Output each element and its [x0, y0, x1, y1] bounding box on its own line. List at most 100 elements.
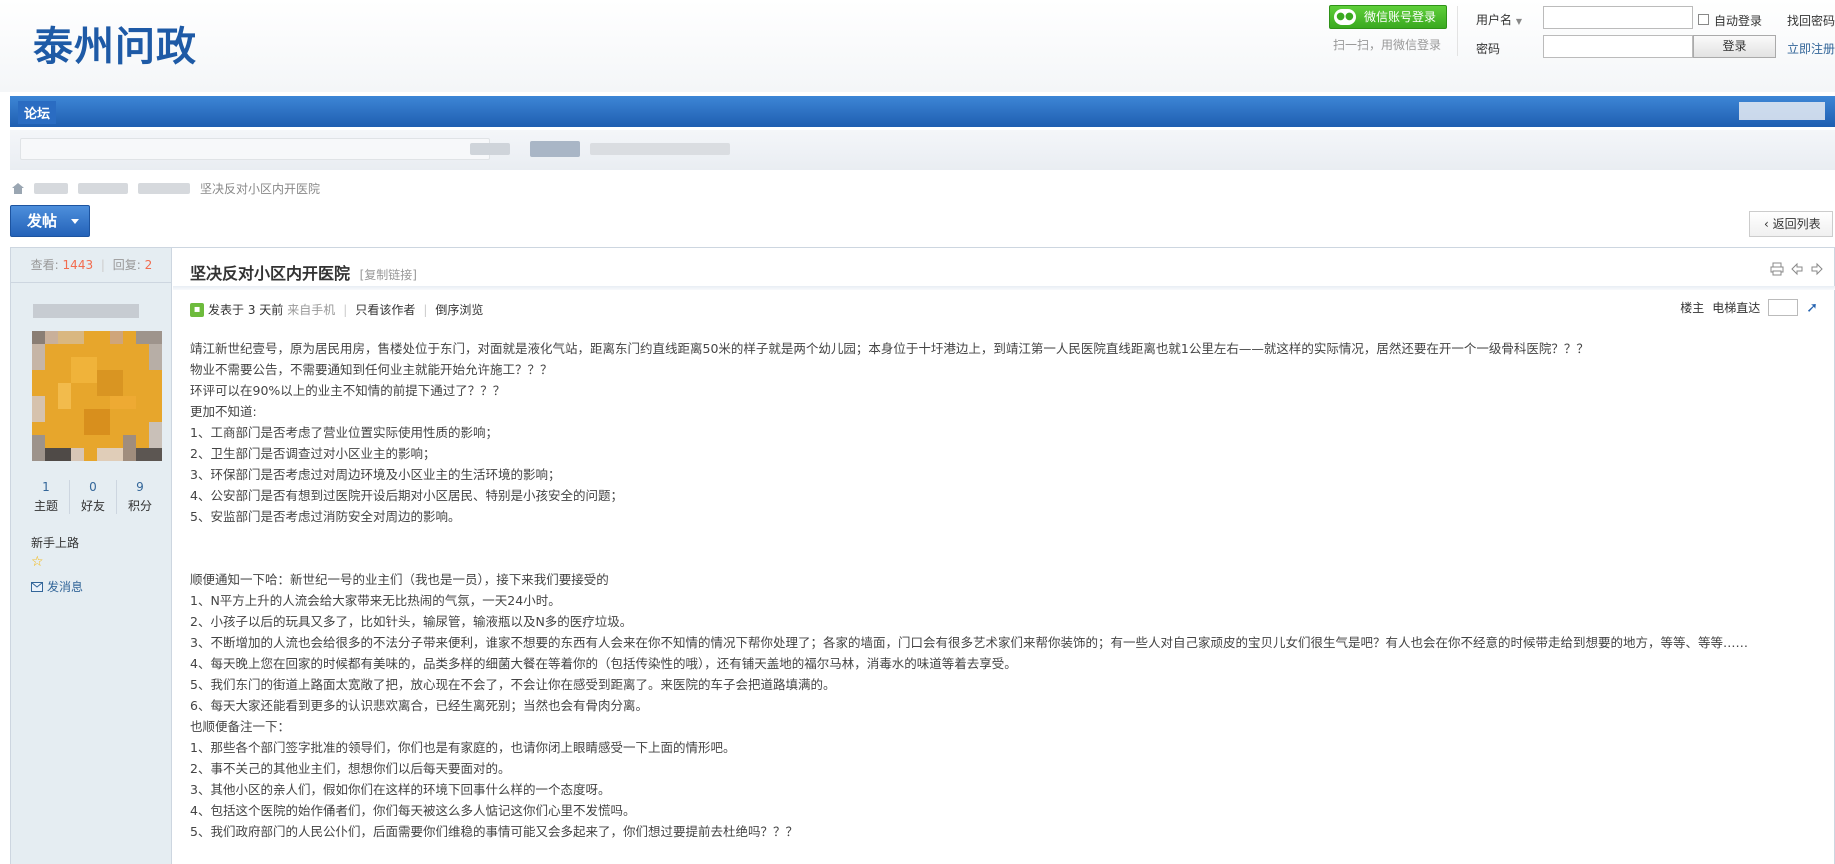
nav-item-forum[interactable]: 论坛: [18, 101, 57, 124]
search-bar: [10, 130, 1835, 170]
breadcrumb-item[interactable]: [138, 183, 190, 194]
next-thread-icon[interactable]: [1810, 262, 1824, 276]
post-paragraph: [190, 548, 1820, 569]
posted-time: 发表于 3 天前: [208, 303, 284, 317]
author-counts: 1 主题 0 好友 9 积分: [23, 480, 163, 514]
post-paragraph: 靖江新世纪壹号，原为居民用房，售楼处位于东门，对面就是液化气站，距离东门约直线距…: [190, 341, 1589, 356]
header-divider: [1457, 6, 1458, 56]
post-title: 坚决反对小区内开医院: [190, 264, 351, 283]
avatar[interactable]: [32, 331, 162, 461]
breadcrumb-item[interactable]: [34, 183, 68, 194]
wechat-login-hint: 扫一扫，用微信登录: [1333, 38, 1442, 52]
post-paragraph: 1、工商部门是否考虑了营业位置实际使用性质的影响；: [190, 425, 498, 440]
chevron-down-icon: ▼: [1515, 17, 1522, 26]
online-status-icon: ▪: [190, 302, 204, 317]
post-paragraph: 2、卫生部门是否调查过对小区业主的影响；: [190, 446, 436, 461]
post-paragraph: 更加不知道:: [190, 404, 257, 419]
views-label: 查看:: [30, 258, 59, 272]
post-paragraph: 4、包括这个医院的始作俑者们，你们每天被这么多人惦记这你们心里不发慌吗。: [190, 803, 636, 818]
views-count: 1443: [62, 258, 94, 272]
search-type-blurred[interactable]: [470, 143, 510, 155]
send-message-link[interactable]: 发消息: [31, 578, 83, 595]
author-count-topics[interactable]: 1 主题: [23, 480, 70, 514]
post-paragraph: 3、环保部门是否考虑过对周边环境及小区业主的生活环境的影响；: [190, 467, 561, 482]
post-paragraph: 5、安监部门是否考虑过消防安全对周边的影响。: [190, 509, 461, 524]
post-paragraph: 6、每天大家还能看到更多的认识悲欢离合，已经生离死别；当然也会有骨肉分离。: [190, 698, 648, 713]
post-paragraph: 也顺便备注一下：: [190, 719, 291, 734]
login-button[interactable]: 登录: [1693, 35, 1776, 58]
meta-separator: |: [423, 302, 428, 317]
hot-search-blurred: [590, 143, 730, 155]
count-value: 9: [136, 480, 144, 494]
nav-right-blurred: [1739, 102, 1825, 120]
post-paragraph: 5、我们政府部门的人民公仆们，后面需要你们维稳的事情可能又会多起来了，你们想过要…: [190, 824, 798, 839]
post-paragraph: 2、事不关己的其他业主们，想想你们以后每天要面对的。: [190, 761, 511, 776]
floor-jump-label: 电梯直达: [1712, 301, 1761, 315]
post-paragraph: 1、那些各个部门签字批准的领导们，你们也是有家庭的，也请你闭上眼睛感受一下上面的…: [190, 740, 736, 755]
post-paragraph: 1、N平方上升的人流会给大家带来无比热闹的气氛，一天24小时。: [190, 593, 561, 608]
auto-login-label[interactable]: 自动登录: [1714, 12, 1762, 29]
back-to-list-label: 返回列表: [1772, 217, 1821, 231]
envelope-icon: [31, 581, 43, 592]
prev-thread-icon[interactable]: [1790, 262, 1804, 276]
send-message-label: 发消息: [47, 580, 84, 594]
back-to-list-button[interactable]: ‹ 返回列表: [1749, 211, 1833, 237]
post-paragraph: 3、其他小区的亲人们，假如你们在这样的环境下回事什么样的一个态度呀。: [190, 782, 611, 797]
post-paragraph: 3、不断增加的人流也会给很多的不法分子带来便利，谁家不想要的东西有人会来在你不知…: [190, 635, 1748, 650]
only-author-link[interactable]: 只看该作者: [355, 301, 415, 318]
username-input[interactable]: [1543, 6, 1693, 29]
breadcrumb-current[interactable]: 坚决反对小区内开医院: [200, 180, 320, 197]
post-paragraph: 环评可以在90%以上的业主不知情的前提下通过了？？？: [190, 383, 506, 398]
thread-stats: 查看: 1443 | 回复: 2: [11, 248, 172, 283]
title-divider: [173, 286, 1835, 290]
wechat-login-button[interactable]: ●● 微信账号登录: [1329, 5, 1447, 29]
post-content: 靖江新世纪壹号，原为居民用房，售楼处位于东门，对面就是液化气站，距离东门约直线距…: [190, 338, 1820, 842]
author-name-blurred[interactable]: [33, 304, 139, 318]
post-title-row: 坚决反对小区内开医院 [复制链接]: [190, 260, 417, 284]
post-paragraph: 4、每天晚上您在回家的时候都有美味的，品类多样的细菌大餐在等着你的（包括传染性的…: [190, 656, 1017, 671]
register-link[interactable]: 立即注册: [1787, 40, 1835, 57]
forgot-password-link[interactable]: 找回密码: [1787, 12, 1835, 29]
post-paragraph: 顺便通知一下哈：新世纪一号的业主们（我也是一员），接下来我们要接受的: [190, 572, 609, 587]
new-post-label: 发帖: [27, 212, 58, 230]
new-post-button[interactable]: 发帖: [10, 205, 90, 237]
password-input[interactable]: [1543, 35, 1693, 58]
author-count-points[interactable]: 9 积分: [117, 480, 163, 514]
replies-count: 2: [144, 258, 153, 272]
auto-login-checkbox[interactable]: [1698, 14, 1709, 25]
post-main: 坚决反对小区内开医院 [复制链接] ▪ 发表于 3 天前 来自手机 | 只看该作…: [173, 248, 1835, 864]
count-label: 主题: [33, 499, 58, 513]
floor-owner-label: 楼主: [1680, 301, 1705, 315]
username-label: 用户名: [1476, 13, 1513, 27]
chevron-left-icon: ‹: [1764, 217, 1769, 231]
post-paragraph: [190, 527, 1820, 548]
author-count-friends[interactable]: 0 好友: [70, 480, 117, 514]
home-icon[interactable]: [12, 183, 24, 194]
copy-link[interactable]: [复制链接]: [360, 268, 417, 282]
caret-down-icon: [71, 219, 79, 224]
stats-separator: |: [100, 258, 105, 272]
site-header: 泰州问政 ●● 微信账号登录 扫一扫，用微信登录 用户名 ▼ 自动登录 找回密码…: [0, 0, 1835, 92]
reverse-order-link[interactable]: 倒序浏览: [435, 301, 483, 318]
post-container: 查看: 1443 | 回复: 2 1 主题 0 好友 9 积分 新手上路 ☆ 发…: [10, 247, 1835, 864]
search-button[interactable]: [530, 141, 580, 157]
search-input[interactable]: [20, 138, 490, 160]
password-label: 密码: [1476, 42, 1501, 56]
count-value: 1: [42, 480, 50, 494]
wechat-login-label: 微信账号登录: [1364, 10, 1437, 24]
author-rank[interactable]: 新手上路: [31, 534, 79, 551]
count-value: 0: [89, 480, 97, 494]
post-paragraph: 2、小孩子以后的玩具又多了，比如针头，输尿管，输液瓶以及N多的医疗垃圾。: [190, 614, 633, 629]
post-paragraph: 物业不需要公告，不需要通知到任何业主就能开始允许施工？？？: [190, 362, 553, 377]
breadcrumb: 坚决反对小区内开医院: [12, 180, 320, 197]
username-label-dropdown[interactable]: 用户名 ▼: [1476, 11, 1522, 28]
floor-jump-input[interactable]: [1768, 299, 1799, 316]
print-icon[interactable]: [1770, 262, 1784, 276]
thread-tools: [1770, 262, 1824, 276]
go-arrow-icon[interactable]: ➚: [1806, 300, 1818, 316]
wechat-icon: ●●: [1334, 9, 1356, 25]
count-label: 好友: [80, 499, 105, 513]
breadcrumb-item[interactable]: [78, 183, 128, 194]
post-paragraph: 5、我们东门的街道上路面太宽敞了把，放心现在不会了，不会让你在感受到距离了。来医…: [190, 677, 836, 692]
site-logo[interactable]: 泰州问政: [33, 14, 197, 72]
